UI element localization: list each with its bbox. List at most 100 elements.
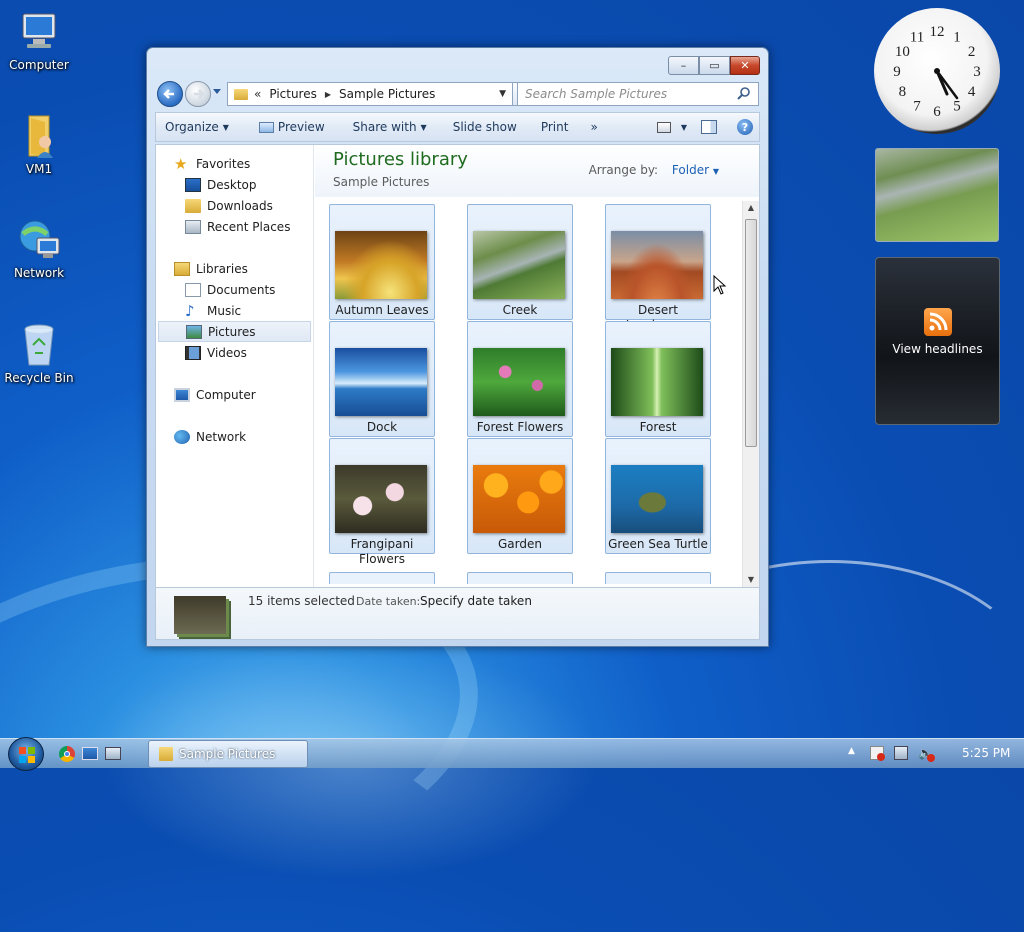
preview-button[interactable]: Preview (239, 113, 335, 141)
clock-gadget[interactable]: 12 1 2 3 4 5 6 7 8 9 10 11 (874, 8, 1000, 134)
feed-headlines-gadget[interactable]: View headlines (875, 257, 1000, 425)
nav-label: Downloads (207, 198, 273, 213)
clock-numeral: 10 (895, 44, 910, 60)
nav-downloads[interactable]: Downloads (156, 195, 313, 216)
explorer-window[interactable]: – ▭ ✕ « Pictures ▶ Sample Pictures ▼ ⇆ S… (146, 47, 769, 647)
file-tile-green-sea-turtle[interactable]: Green Sea Turtle (605, 438, 711, 554)
print-button[interactable]: Print (527, 113, 579, 141)
forward-button[interactable] (185, 81, 211, 107)
breadcrumb-sample-pictures[interactable]: Sample Pictures (339, 87, 435, 101)
network-icon (174, 429, 190, 444)
user-folder-icon (15, 112, 63, 160)
address-bar[interactable]: « Pictures ▶ Sample Pictures ▼ (227, 82, 513, 106)
libraries-icon (174, 261, 190, 276)
show-hidden-icons-button[interactable]: ▲ (848, 746, 855, 756)
close-button[interactable]: ✕ (730, 56, 760, 75)
recycle-bin-icon (15, 321, 63, 369)
nav-recent-places[interactable]: Recent Places (156, 216, 313, 237)
taskbar: Sample Pictures ▲ 🔈 5:25 PM (0, 737, 1024, 771)
organize-button[interactable]: Organize ▼ (156, 113, 239, 141)
computer-icon (174, 387, 190, 402)
pictures-icon (186, 324, 202, 339)
help-button[interactable]: ? (727, 113, 759, 141)
date-taken-value[interactable]: Specify date taken (420, 594, 532, 608)
forward-arrow-icon (194, 89, 205, 99)
chevron-down-icon: ▼ (680, 122, 687, 132)
view-headlines-link[interactable]: View headlines (876, 342, 999, 356)
nav-documents[interactable]: Documents (156, 279, 313, 300)
network-status-icon[interactable] (894, 746, 908, 760)
breadcrumb-separator-icon[interactable]: ▶ (325, 90, 331, 99)
search-box[interactable]: Search Sample Pictures (517, 82, 759, 106)
nav-libraries[interactable]: Libraries (156, 258, 313, 279)
show-desktop-quicklaunch-icon[interactable] (82, 747, 98, 760)
thumbnail-image (335, 465, 427, 533)
start-button[interactable] (8, 737, 44, 771)
file-tile-frangipani-flowers[interactable]: Frangipani Flowers (329, 438, 435, 566)
address-overflow-chevron[interactable]: « (254, 87, 261, 101)
system-clock[interactable]: 5:25 PM (962, 746, 1010, 760)
search-input[interactable]: Search Sample Pictures (518, 87, 736, 101)
file-tile-desert-landscape[interactable]: Desert Landscape (605, 204, 711, 332)
file-grid: Autumn Leaves Creek Desert Landscape Doc… (329, 204, 749, 584)
breadcrumb-pictures[interactable]: Pictures (269, 87, 317, 101)
desktop-icon-label: Computer (9, 58, 69, 72)
slideshow-gadget[interactable] (875, 148, 999, 242)
preview-pane-button[interactable] (691, 113, 727, 141)
film-icon (185, 345, 201, 360)
nav-network[interactable]: Network (156, 426, 313, 447)
desktop-icon-vm1[interactable]: VM1 (1, 112, 77, 176)
history-dropdown-icon[interactable] (213, 89, 221, 94)
clock-face: 12 12 3 45678 9 1011 (893, 24, 981, 120)
slide-show-button[interactable]: Slide show (437, 113, 527, 141)
file-tile-creek[interactable]: Creek (467, 204, 573, 320)
desktop-icon-network[interactable]: Network (1, 216, 77, 280)
file-tile-forest[interactable]: Forest (605, 321, 711, 437)
help-icon: ? (737, 119, 753, 135)
folder-icon (159, 747, 173, 761)
clock-numeral: 9 (893, 64, 901, 80)
change-view-button[interactable]: ▼ (647, 113, 691, 141)
thumbnail-image (335, 231, 427, 299)
file-tile-autumn-leaves[interactable]: Autumn Leaves (329, 204, 435, 320)
thumbnail-image (335, 348, 427, 416)
nav-label: Videos (207, 345, 247, 360)
downloads-folder-icon (185, 198, 201, 213)
nav-music[interactable]: ♪ Music (156, 300, 313, 321)
share-with-label: Share with (352, 120, 417, 134)
address-dropdown-icon[interactable]: ▼ (499, 89, 506, 99)
file-tile-partial[interactable] (329, 572, 435, 584)
nav-pictures[interactable]: Pictures (158, 321, 311, 342)
desktop-icon-recycle-bin[interactable]: Recycle Bin (1, 321, 77, 385)
file-tile-dock[interactable]: Dock (329, 321, 435, 437)
share-with-button[interactable]: Share with ▼ (335, 113, 437, 141)
action-center-icon[interactable] (870, 746, 885, 761)
file-tile-forest-flowers[interactable]: Forest Flowers (467, 321, 573, 437)
switch-windows-icon[interactable] (105, 747, 121, 760)
more-commands-button[interactable]: » (578, 113, 607, 141)
nav-desktop[interactable]: Desktop (156, 174, 313, 195)
nav-videos[interactable]: Videos (156, 342, 313, 363)
windows-logo-icon (19, 747, 35, 763)
desktop-icon-computer[interactable]: Computer (1, 8, 77, 72)
arrange-by-dropdown[interactable]: Folder ▼ (672, 163, 719, 177)
back-button[interactable] (157, 81, 183, 107)
minimize-button[interactable]: – (668, 56, 699, 75)
nav-label: Network (196, 429, 247, 444)
chrome-icon[interactable] (59, 746, 75, 762)
thumbnail-image (611, 231, 703, 299)
file-tile-partial[interactable] (467, 572, 573, 584)
preview-label: Preview (277, 120, 325, 134)
maximize-button[interactable]: ▭ (699, 56, 730, 75)
search-icon[interactable] (736, 86, 752, 102)
nav-favorites[interactable]: ★ Favorites (156, 153, 313, 174)
clock-numeral: 11 (910, 29, 924, 45)
taskbar-button-sample-pictures[interactable]: Sample Pictures (148, 740, 308, 768)
nav-computer[interactable]: Computer (156, 384, 313, 405)
clock-numeral: 6 (933, 104, 941, 120)
thumbnail-image (611, 465, 703, 533)
file-tile-partial[interactable] (605, 572, 711, 584)
volume-muted-icon[interactable]: 🔈 (918, 746, 935, 762)
clock-numeral: 3 (973, 64, 981, 80)
file-tile-garden[interactable]: Garden (467, 438, 573, 554)
